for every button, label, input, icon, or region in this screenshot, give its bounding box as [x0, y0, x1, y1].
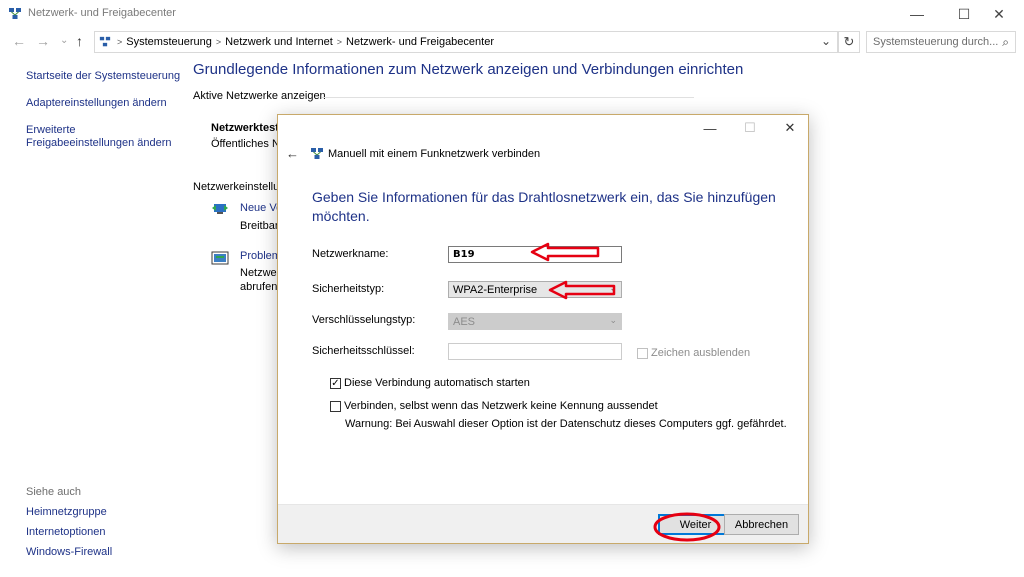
section-divider: [322, 97, 694, 98]
auto-start-checkbox[interactable]: ✓: [330, 378, 341, 389]
dialog-title: Manuell mit einem Funknetzwerk verbinden: [328, 148, 541, 160]
sidebar-link-adapter[interactable]: Adaptereinstellungen ändern: [26, 97, 186, 110]
troubleshoot-icon: [211, 251, 229, 265]
next-button[interactable]: Weiter: [658, 514, 733, 535]
network-icon: [311, 148, 323, 159]
network-name: Netzwerktest: [211, 122, 279, 134]
minimize-icon[interactable]: —: [894, 0, 940, 28]
breadcrumb-separator-icon: >: [117, 37, 123, 47]
address-dropdown-icon[interactable]: ⌄: [821, 34, 831, 48]
auto-start-label[interactable]: Diese Verbindung automatisch starten: [344, 377, 530, 389]
sidebar: Startseite der Systemsteuerung Adapterei…: [26, 70, 186, 164]
hide-chars-checkbox: [637, 348, 648, 359]
manual-wifi-dialog: — ☐ ✕ ← Manuell mit einem Funknetzwerk v…: [277, 114, 809, 544]
encryption-type-select: AES ⌄: [448, 313, 622, 330]
see-also-label: Siehe auch: [26, 486, 82, 498]
security-type-label: Sicherheitstyp:: [312, 283, 385, 295]
search-icon: ⌕: [1002, 35, 1009, 49]
control-panel-icon: [99, 36, 111, 47]
troubleshoot-link[interactable]: Problem: [240, 250, 281, 262]
dialog-titlebar: — ☐ ✕: [278, 115, 808, 141]
breadcrumb-systemsteuerung[interactable]: Systemsteuerung: [126, 36, 212, 48]
window-title: Netzwerk- und Freigabecenter: [28, 7, 176, 19]
see-also-links: Heimnetzgruppe Internetoptionen Windows-…: [26, 506, 112, 566]
connect-hidden-label[interactable]: Verbinden, selbst wenn das Netzwerk kein…: [344, 400, 658, 412]
back-arrow-icon[interactable]: ←: [12, 33, 26, 49]
cancel-button[interactable]: Abbrechen: [724, 514, 799, 535]
sidebar-link-internet-options[interactable]: Internetoptionen: [26, 526, 112, 539]
new-connection-link[interactable]: Neue Ve: [240, 202, 282, 214]
page-title: Grundlegende Informationen zum Netzwerk …: [193, 61, 744, 78]
up-arrow-icon[interactable]: ↑: [76, 33, 83, 49]
breadcrumb-separator-icon: >: [215, 37, 222, 47]
security-type-select[interactable]: WPA2-Enterprise ⌄: [448, 281, 622, 298]
dialog-heading: Geben Sie Informationen für das Drahtlos…: [312, 189, 776, 224]
chevron-down-icon: ⌄: [609, 315, 617, 325]
dialog-back-icon[interactable]: ←: [286, 146, 299, 161]
sidebar-link-home[interactable]: Startseite der Systemsteuerung: [26, 70, 186, 83]
close-icon[interactable]: ✕: [976, 0, 1022, 28]
new-connection-icon: [212, 204, 228, 214]
security-type-value: WPA2-Enterprise: [453, 283, 538, 296]
sidebar-link-homegroup[interactable]: Heimnetzgruppe: [26, 506, 112, 519]
dialog-maximize-icon: ☐: [744, 120, 756, 135]
security-key-field[interactable]: [448, 343, 622, 360]
privacy-warning: Warnung: Bei Auswahl dieser Option ist d…: [345, 418, 787, 430]
security-key-label: Sicherheitsschlüssel:: [312, 345, 415, 357]
dialog-close-icon[interactable]: ✕: [770, 117, 810, 139]
sidebar-link-firewall[interactable]: Windows-Firewall: [26, 546, 112, 559]
sidebar-link-sharing[interactable]: Erweiterte Freigabeeinstellungen ändern: [26, 124, 176, 150]
network-center-icon: [9, 8, 21, 19]
encryption-type-value: AES: [453, 315, 476, 328]
active-networks-label: Aktive Netzwerke anzeigen: [193, 90, 326, 102]
network-name-field[interactable]: B19: [448, 246, 622, 263]
troubleshoot-desc-2: abrufen.: [240, 281, 281, 293]
dialog-minimize-icon[interactable]: —: [690, 117, 730, 139]
breadcrumb-netzwerk-internet[interactable]: Netzwerk und Internet: [225, 36, 333, 48]
breadcrumb-separator-icon: >: [336, 37, 343, 47]
new-connection-desc: Breitban: [240, 220, 281, 232]
recent-dropdown-icon[interactable]: ⌄: [60, 35, 68, 46]
hide-chars-label: Zeichen ausblenden: [651, 347, 751, 359]
navigation-bar: ← → ⌄ ↑ > Systemsteuerung > Netzwerk und…: [0, 30, 1024, 54]
search-placeholder: Systemsteuerung durch...: [873, 36, 999, 48]
chevron-down-icon: ⌄: [609, 283, 617, 293]
window-titlebar: Netzwerk- und Freigabecenter — ☐ ✕: [0, 0, 1024, 28]
network-type: Öffentliches N: [211, 138, 280, 150]
dialog-footer: Weiter Abbrechen: [278, 504, 808, 543]
search-input[interactable]: Systemsteuerung durch... ⌕: [866, 31, 1016, 53]
refresh-button[interactable]: ↻: [838, 31, 860, 53]
network-settings-label: Netzwerkeinstellun: [193, 181, 286, 193]
network-name-value: B19: [453, 249, 475, 260]
troubleshoot-desc-1: Netzwer: [240, 267, 281, 279]
encryption-type-label: Verschlüsselungstyp:: [312, 314, 416, 326]
address-bar[interactable]: > Systemsteuerung > Netzwerk und Interne…: [94, 31, 838, 53]
forward-arrow-icon[interactable]: →: [36, 33, 50, 49]
connect-hidden-checkbox[interactable]: [330, 401, 341, 412]
breadcrumb-freigabecenter[interactable]: Netzwerk- und Freigabecenter: [346, 36, 494, 48]
network-name-label: Netzwerkname:: [312, 248, 389, 260]
